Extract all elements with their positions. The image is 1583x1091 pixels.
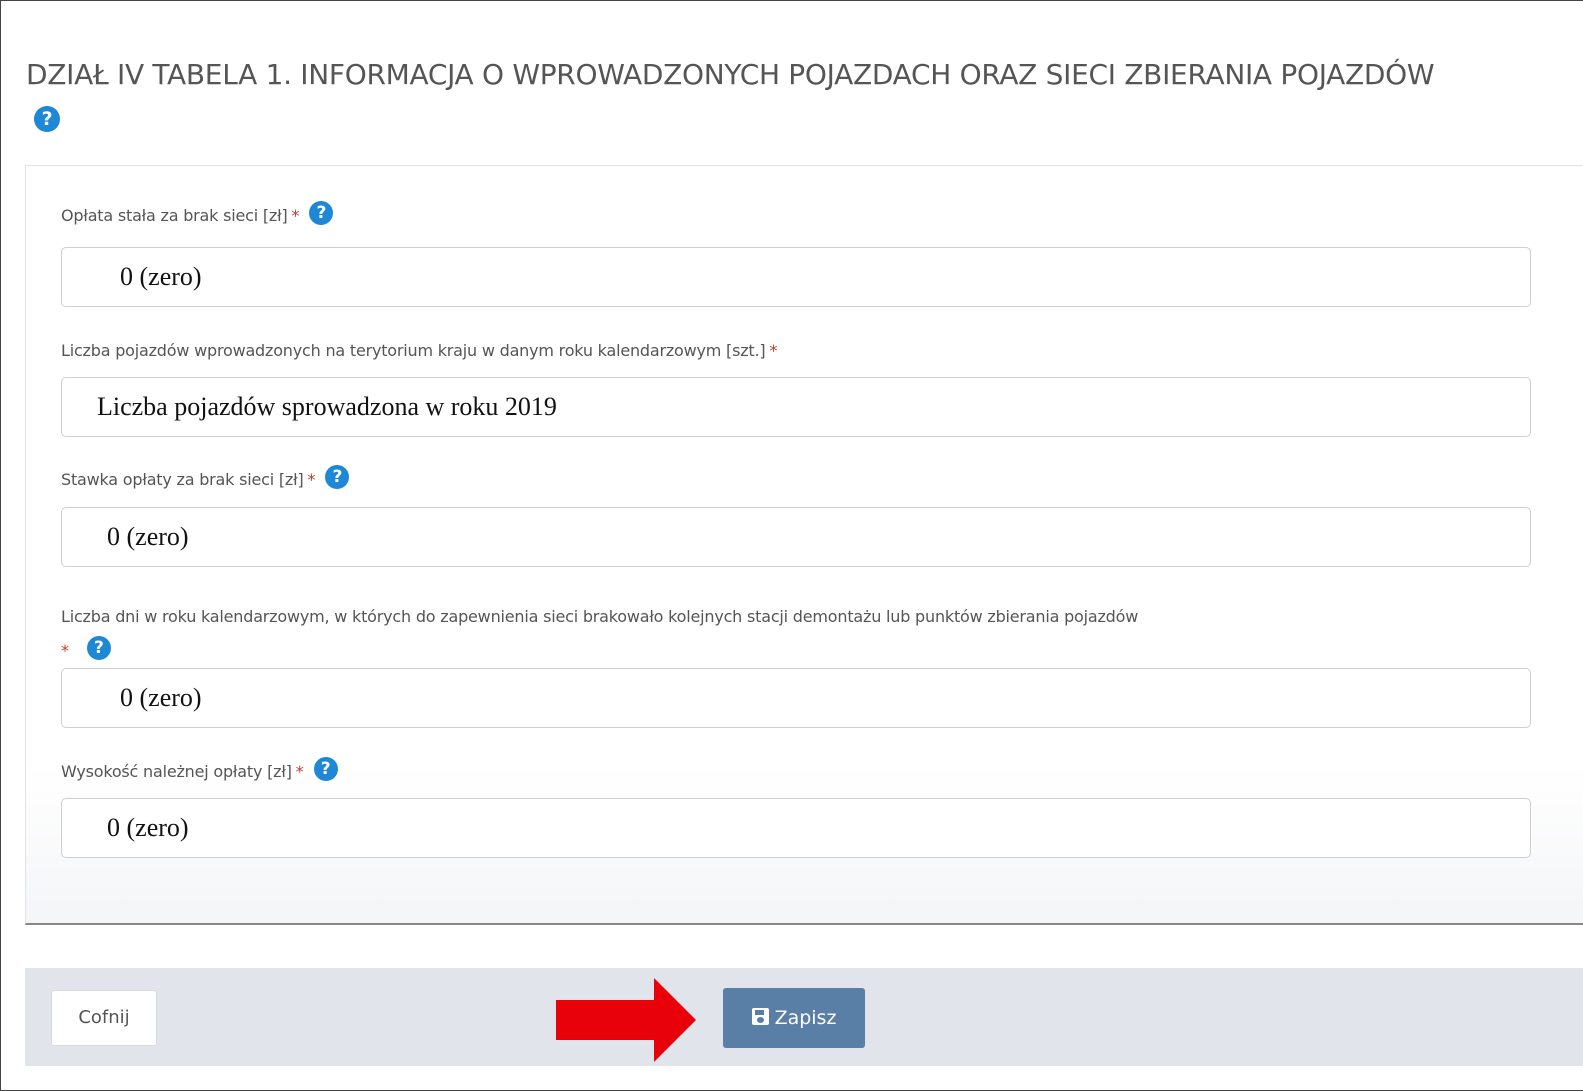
missing-days-input[interactable]: 0 (zero) bbox=[61, 668, 1531, 728]
form-panel: Opłata stała za brak sieci [zł] *? 0 (zer… bbox=[25, 165, 1583, 925]
field-label-fee-rate: Stawka opłaty za brak sieci [zł] *? bbox=[61, 464, 350, 489]
question-circle-icon[interactable]: ? bbox=[313, 756, 338, 781]
fee-rate-input[interactable]: 0 (zero) bbox=[61, 507, 1531, 567]
save-button[interactable]: Zapisz bbox=[723, 988, 865, 1048]
field-label-fixed-fee: Opłata stała za brak sieci [zł] *? bbox=[61, 200, 334, 225]
vehicle-count-input[interactable]: Liczba pojazdów sprowadzona w roku 2019 bbox=[61, 377, 1531, 437]
page-title-text: DZIAŁ IV TABELA 1. INFORMACJA O WPROWADZ… bbox=[26, 58, 1435, 91]
question-circle-icon[interactable]: ? bbox=[86, 635, 111, 660]
floppy-disk-icon bbox=[751, 1008, 769, 1025]
label-text: Stawka opłaty za brak sieci [zł] bbox=[61, 470, 304, 489]
save-button-label: Zapisz bbox=[774, 1007, 837, 1029]
required-marker: * bbox=[291, 206, 300, 225]
required-marker: * bbox=[61, 641, 69, 660]
page-title: DZIAŁ IV TABELA 1. INFORMACJA O WPROWADZ… bbox=[26, 52, 1446, 144]
field-label-due-fee: Wysokość należnej opłaty [zł] *? bbox=[61, 756, 338, 781]
label-text: Liczba pojazdów wprowadzonych na terytor… bbox=[61, 341, 766, 360]
label-text: Wysokość należnej opłaty [zł] bbox=[61, 762, 292, 781]
question-circle-icon[interactable]: ? bbox=[325, 464, 350, 489]
back-button[interactable]: Cofnij bbox=[51, 990, 157, 1046]
required-marker: * bbox=[307, 470, 316, 489]
form-footer: Cofnij Zapisz bbox=[25, 968, 1583, 1066]
required-marker: * bbox=[295, 762, 304, 781]
red-arrow-annotation bbox=[556, 978, 696, 1062]
label-text: Opłata stała za brak sieci [zł] bbox=[61, 206, 288, 225]
label-text: Liczba dni w roku kalendarzowym, w który… bbox=[61, 607, 1139, 626]
due-fee-input[interactable]: 0 (zero) bbox=[61, 798, 1531, 858]
field-label-vehicle-count: Liczba pojazdów wprowadzonych na terytor… bbox=[61, 341, 777, 360]
fixed-fee-input[interactable]: 0 (zero) bbox=[61, 247, 1531, 307]
question-circle-icon[interactable]: ? bbox=[309, 200, 334, 225]
required-marker: * bbox=[769, 341, 778, 360]
field-label-missing-days: Liczba dni w roku kalendarzowym, w który… bbox=[61, 600, 1541, 668]
question-circle-icon[interactable]: ? bbox=[34, 106, 60, 132]
